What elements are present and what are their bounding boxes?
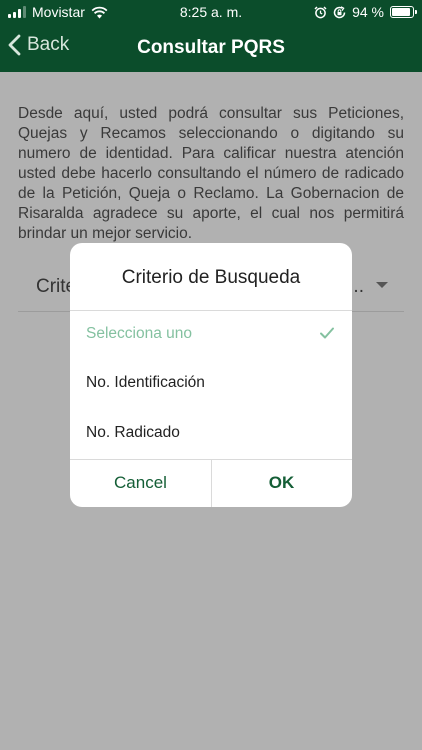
check-icon — [320, 327, 334, 339]
option-radicado[interactable]: No. Radicado — [70, 409, 352, 458]
battery-fill — [392, 8, 410, 16]
status-bar-right: 94 % — [314, 4, 417, 20]
dialog-title: Criterio de Busqueda — [121, 267, 301, 288]
option-label: No. Radicado — [86, 424, 180, 441]
status-bar: Movistar 8:25 a. m. 94 % — [0, 0, 422, 24]
option-label: No. Identificación — [86, 374, 205, 391]
rotation-lock-icon — [333, 5, 346, 18]
caret-down-icon — [376, 282, 388, 288]
battery-icon — [390, 6, 417, 18]
page-title: Consultar PQRS — [137, 37, 285, 58]
cancel-button[interactable]: Cancel — [70, 459, 211, 507]
search-criteria-dialog: Criterio de Busqueda Selecciona uno No. … — [70, 243, 352, 507]
alarm-icon — [314, 5, 327, 18]
ok-button[interactable]: OK — [211, 459, 352, 507]
option-label: Selecciona uno — [86, 325, 192, 342]
option-identificacion[interactable]: No. Identificación — [70, 359, 352, 408]
battery-percent: 94 % — [352, 4, 384, 20]
nav-bar: Back Consultar PQRS — [0, 24, 422, 72]
option-selecciona-uno[interactable]: Selecciona uno — [70, 310, 352, 359]
description-text: Desde aquí, usted podrá consultar sus Pe… — [18, 105, 404, 242]
